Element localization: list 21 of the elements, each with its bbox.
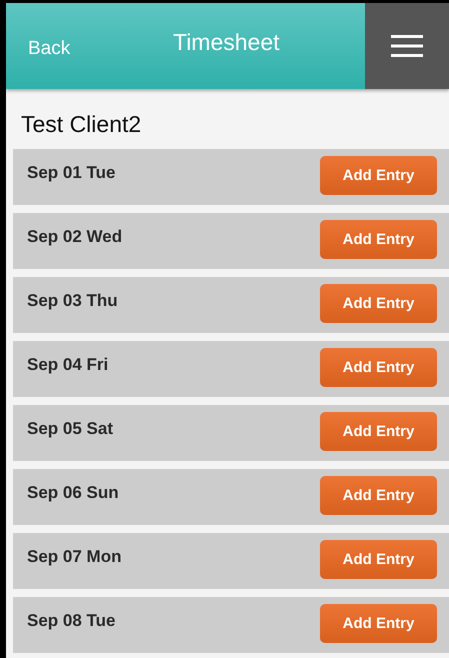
day-date: Sep 02 Wed	[27, 227, 122, 247]
day-date: Sep 01 Tue	[27, 163, 116, 183]
day-date: Sep 04 Fri	[27, 355, 108, 375]
add-entry-button[interactable]: Add Entry	[320, 476, 437, 514]
back-link[interactable]: Back	[28, 38, 70, 60]
day-date: Sep 08 Tue	[27, 611, 116, 631]
day-date: Sep 03 Thu	[27, 291, 118, 311]
day-date: Sep 05 Sat	[27, 419, 113, 439]
menu-icon	[391, 35, 423, 57]
day-date: Sep 07 Mon	[27, 547, 122, 567]
add-entry-button[interactable]: Add Entry	[320, 156, 437, 194]
add-entry-button[interactable]: Add Entry	[320, 412, 437, 450]
day-date: Sep 06 Sun	[27, 483, 119, 503]
add-entry-button[interactable]: Add Entry	[320, 604, 437, 642]
add-entry-button[interactable]: Add Entry	[320, 220, 437, 258]
menu-button[interactable]	[365, 3, 449, 89]
page-title: Timesheet	[173, 29, 280, 56]
client-name: Test Client2	[21, 111, 142, 139]
add-entry-button[interactable]: Add Entry	[320, 348, 437, 386]
add-entry-button[interactable]: Add Entry	[320, 284, 437, 322]
add-entry-button[interactable]: Add Entry	[320, 540, 437, 578]
